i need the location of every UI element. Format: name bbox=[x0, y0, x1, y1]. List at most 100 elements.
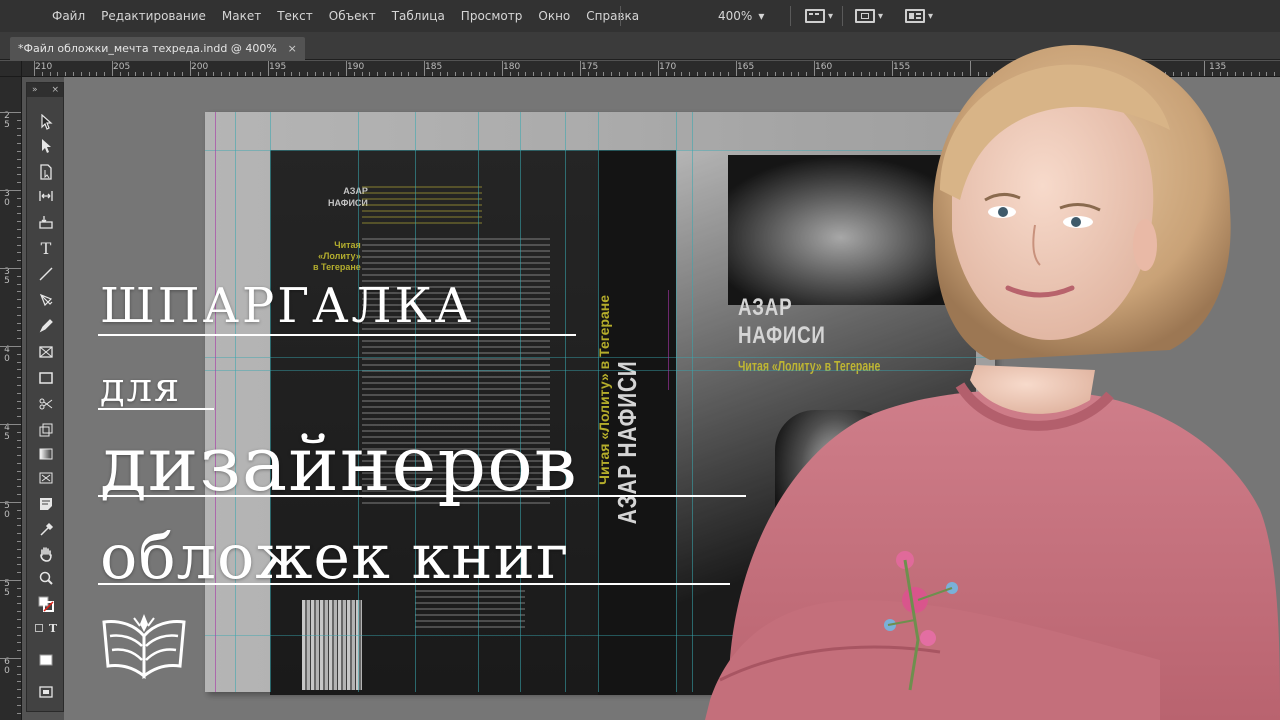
ruler-tick bbox=[681, 72, 682, 76]
ruler-origin[interactable] bbox=[0, 61, 22, 77]
normal-mode-button[interactable] bbox=[33, 649, 59, 671]
formatting-text-icon: T bbox=[48, 621, 57, 635]
menu-type[interactable]: Текст bbox=[269, 0, 321, 32]
ruler-tick bbox=[0, 424, 21, 425]
menu-object[interactable]: Объект bbox=[321, 0, 384, 32]
hand-tool[interactable] bbox=[33, 543, 59, 565]
ruler-tick bbox=[17, 120, 21, 121]
menu-view[interactable]: Просмотр bbox=[453, 0, 531, 32]
scissors-icon bbox=[39, 398, 53, 410]
ruler-tick bbox=[17, 572, 21, 573]
close-icon[interactable]: × bbox=[288, 37, 297, 60]
ruler-tick bbox=[17, 549, 21, 550]
ruler-tick bbox=[237, 72, 238, 76]
ruler-tick bbox=[17, 596, 21, 597]
fill-stroke-swatches[interactable] bbox=[33, 593, 59, 615]
gap-tool[interactable] bbox=[33, 185, 59, 207]
pen-tool[interactable] bbox=[33, 289, 59, 311]
ruler-tick bbox=[17, 323, 21, 324]
ruler-tick bbox=[73, 72, 74, 76]
direct-selection-tool[interactable] bbox=[33, 135, 59, 157]
scissors-tool[interactable] bbox=[33, 393, 59, 415]
menu-window[interactable]: Окно bbox=[530, 0, 578, 32]
ruler-tick bbox=[17, 627, 21, 628]
line-tool[interactable] bbox=[33, 263, 59, 285]
ruler-tick bbox=[17, 463, 21, 464]
guide[interactable] bbox=[565, 112, 566, 692]
guide[interactable] bbox=[598, 112, 599, 692]
ruler-tick bbox=[17, 206, 21, 207]
guide[interactable] bbox=[235, 112, 236, 692]
menu-edit[interactable]: Редактирование bbox=[93, 0, 214, 32]
guide[interactable] bbox=[676, 112, 677, 692]
ruler-tick bbox=[65, 72, 66, 76]
ruler-tick bbox=[17, 447, 21, 448]
presenter-photo bbox=[705, 45, 1280, 720]
formatting-container-icon bbox=[35, 624, 43, 632]
guide[interactable] bbox=[520, 112, 521, 692]
gradient-feather-tool[interactable] bbox=[33, 467, 59, 489]
ruler-label: 205 bbox=[113, 62, 131, 72]
ruler-tick bbox=[588, 72, 589, 76]
content-collector-tool[interactable] bbox=[33, 211, 59, 233]
guide[interactable] bbox=[415, 112, 416, 692]
close-icon[interactable]: × bbox=[51, 83, 59, 97]
formatting-affects[interactable]: T bbox=[33, 617, 59, 639]
rectangle-tool[interactable] bbox=[33, 367, 59, 389]
eyedropper-tool[interactable] bbox=[33, 519, 59, 541]
headline-line-2: для bbox=[100, 365, 182, 411]
free-transform-tool[interactable] bbox=[33, 419, 59, 441]
screen-mode-tool[interactable] bbox=[33, 681, 59, 703]
arrange-documents-button[interactable]: ▾ bbox=[905, 7, 933, 25]
menu-bar: Файл Редактирование Макет Текст Объект Т… bbox=[0, 0, 1280, 32]
rectangle-frame-tool[interactable] bbox=[33, 341, 59, 363]
ruler-tick bbox=[17, 713, 21, 714]
menu-separator bbox=[842, 6, 843, 26]
screen-mode-icon bbox=[855, 9, 875, 23]
publisher-info bbox=[415, 590, 525, 630]
ruler-tick bbox=[17, 479, 21, 480]
note-tool[interactable] bbox=[33, 493, 59, 515]
screen-mode-button[interactable]: ▾ bbox=[855, 7, 883, 25]
menu-help[interactable]: Справка bbox=[578, 0, 647, 32]
type-icon: T bbox=[40, 238, 52, 258]
view-options-button[interactable]: ▾ bbox=[805, 7, 833, 25]
vertical-ruler[interactable]: 2 5 3 0 3 5 4 0 4 5 5 0 5 5 6 0 bbox=[0, 77, 22, 720]
page-tool[interactable] bbox=[33, 161, 59, 183]
ruler-tick bbox=[401, 72, 402, 76]
gradient-swatch-tool[interactable] bbox=[33, 443, 59, 465]
ruler-tick bbox=[502, 61, 503, 76]
expand-panel-icon[interactable]: » bbox=[32, 85, 38, 95]
document-tab[interactable]: *Файл обложки_мечта техреда.indd @ 400% … bbox=[10, 37, 305, 60]
menu-layout[interactable]: Макет bbox=[214, 0, 269, 32]
ruler-label: 5 5 bbox=[4, 579, 10, 598]
selection-tool[interactable] bbox=[33, 111, 59, 133]
ruler-tick bbox=[96, 72, 97, 76]
zoom-dropdown[interactable]: 400% ▾ bbox=[718, 0, 764, 32]
guide[interactable] bbox=[478, 112, 479, 692]
ruler-tick bbox=[182, 72, 183, 76]
barcode bbox=[302, 600, 362, 690]
ruler-tick bbox=[377, 72, 378, 76]
ruler-tick bbox=[0, 658, 21, 659]
ruler-tick bbox=[57, 72, 58, 76]
ruler-tick bbox=[143, 72, 144, 76]
zoom-tool[interactable] bbox=[33, 567, 59, 589]
type-tool[interactable]: T bbox=[33, 237, 59, 259]
ruler-tick bbox=[221, 72, 222, 76]
ruler-tick bbox=[564, 72, 565, 76]
ruler-tick bbox=[17, 284, 21, 285]
menu-file[interactable]: Файл bbox=[44, 0, 93, 32]
guide[interactable] bbox=[270, 112, 271, 692]
ruler-label: 175 bbox=[581, 62, 599, 72]
ruler-tick bbox=[17, 650, 21, 651]
ruler-tick bbox=[159, 72, 160, 76]
ruler-tick bbox=[346, 61, 347, 76]
pencil-tool[interactable] bbox=[33, 315, 59, 337]
ruler-tick bbox=[17, 705, 21, 706]
ruler-tick bbox=[17, 603, 21, 604]
menu-table[interactable]: Таблица bbox=[384, 0, 453, 32]
ruler-tick bbox=[81, 72, 82, 76]
guide[interactable] bbox=[358, 112, 359, 692]
tools-panel-header[interactable]: » × bbox=[27, 83, 63, 97]
